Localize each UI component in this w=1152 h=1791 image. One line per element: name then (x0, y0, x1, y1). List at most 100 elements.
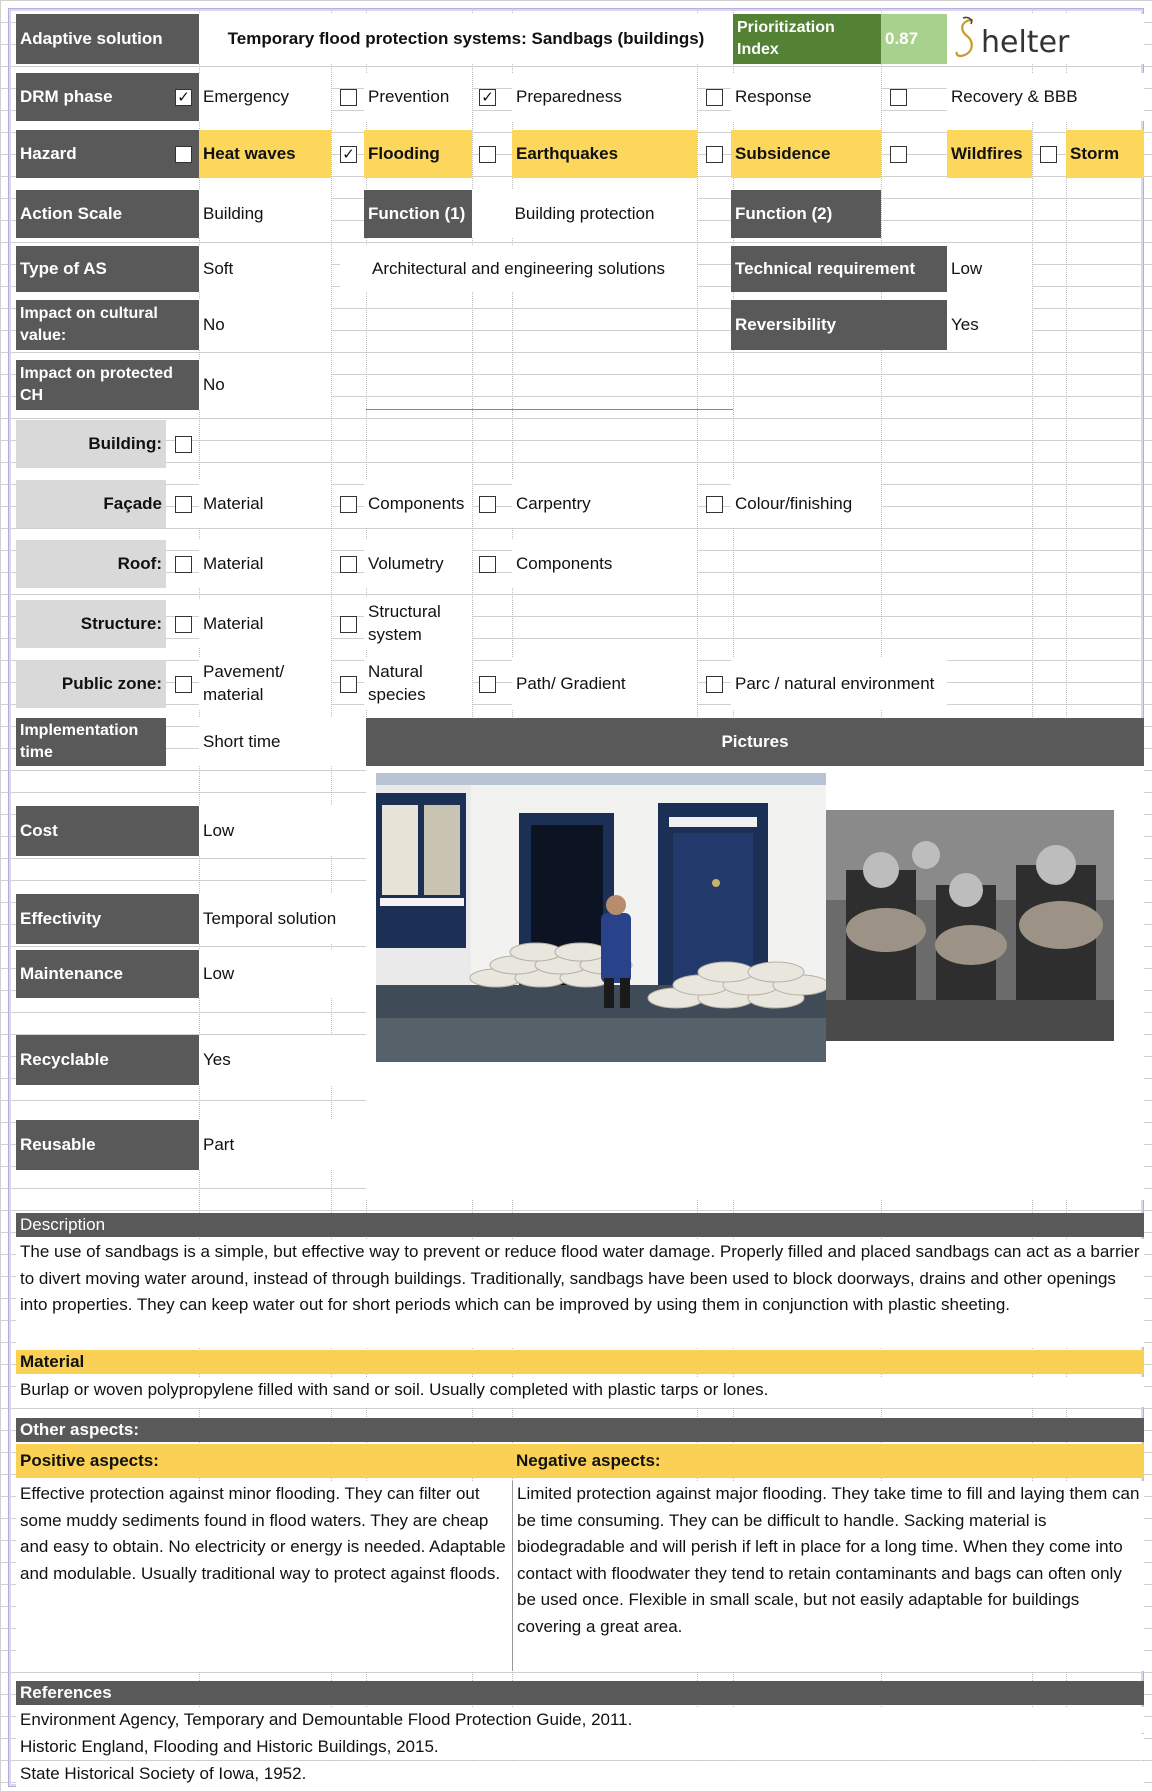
hazard-heatwaves-checkbox[interactable] (175, 146, 192, 163)
roof-material-label: Material (199, 540, 331, 588)
protected-ch-notes (366, 360, 733, 410)
implementation-time-value: Short time (199, 718, 366, 766)
prioritization-label: Prioritization Index (733, 14, 881, 64)
effectivity-value: Temporal solution (199, 894, 366, 944)
action-scale-label: Action Scale (16, 190, 199, 238)
drm-emergency-checkbox[interactable]: ✓ (175, 89, 192, 106)
maintenance-value: Low (199, 950, 366, 998)
historic-sandbag-photo (826, 810, 1114, 1041)
description-header: Description (16, 1213, 1144, 1237)
hazard-subsidence-label: Subsidence (731, 130, 881, 178)
facade-colour-label: Colour/finishing (731, 480, 881, 528)
hazard-earthquakes-label: Earthquakes (512, 130, 697, 178)
description-text: The use of sandbags is a simple, but eff… (16, 1239, 1144, 1347)
shelter-logo-mark: helter (955, 16, 1070, 60)
roof-volumetry-label: Volumetry (364, 540, 472, 588)
hazard-earthquakes-checkbox[interactable] (479, 146, 496, 163)
cost-value: Low (199, 806, 366, 856)
material-text: Burlap or woven polypropylene filled wit… (16, 1377, 1144, 1407)
structure-system-checkbox[interactable] (340, 616, 357, 633)
positive-aspects-text: Effective protection against minor flood… (16, 1481, 512, 1671)
protected-ch-label: Impact on protected CH (16, 360, 199, 410)
roof-components-checkbox[interactable] (479, 556, 496, 573)
adaptive-solution-label: Adaptive solution (16, 14, 199, 64)
drm-recovery-checkbox[interactable] (890, 89, 907, 106)
roof-checkbox[interactable] (175, 556, 192, 573)
facade-carpentry-label: Carpentry (512, 480, 697, 528)
positive-aspects-header: Positive aspects: (16, 1444, 512, 1478)
function1-label: Function (1) (364, 190, 472, 238)
facade-carpentry-checkbox[interactable] (479, 496, 496, 513)
structure-checkbox[interactable] (175, 616, 192, 633)
structure-system-label: Structural system (364, 598, 472, 650)
prioritization-value: 0.87 (881, 14, 947, 64)
facade-material-label: Material (199, 480, 331, 528)
type-of-as-detail: Architectural and engineering solutions (340, 246, 697, 292)
public-species-label: Natural species (364, 658, 472, 710)
svg-text:helter: helter (981, 25, 1070, 60)
maintenance-label: Maintenance (16, 950, 199, 998)
hazard-storm-checkbox[interactable] (1040, 146, 1057, 163)
roof-components-label: Components (512, 540, 697, 588)
hazard-flooding-checkbox[interactable]: ✓ (340, 146, 357, 163)
public-zone-label: Public zone: (16, 660, 166, 708)
drm-emergency-label: Emergency (199, 73, 331, 121)
public-parc-checkbox[interactable] (706, 676, 723, 693)
roof-label: Roof: (16, 540, 166, 588)
sandbag-house-photo (376, 773, 826, 1062)
reference-item: Historic England, Flooding and Historic … (16, 1734, 1144, 1760)
type-of-as-value: Soft (199, 246, 331, 292)
references-header: References (16, 1681, 1144, 1705)
hazard-subsidence-checkbox[interactable] (706, 146, 723, 163)
hazard-wildfires-checkbox[interactable] (890, 146, 907, 163)
cultural-value-label: Impact on cultural value: (16, 300, 199, 350)
function1-value: Building protection (472, 190, 697, 238)
public-species-checkbox[interactable] (340, 676, 357, 693)
protected-ch-value: No (199, 360, 331, 410)
public-path-checkbox[interactable] (479, 676, 496, 693)
type-of-as-label: Type of AS (16, 246, 199, 292)
hazard-storm-label: Storm (1066, 130, 1144, 178)
facade-components-label: Components (364, 480, 472, 528)
building-label: Building: (16, 420, 166, 468)
public-path-label: Path/ Gradient (512, 658, 697, 710)
implementation-time-label: Implementation time (16, 718, 166, 766)
drm-response-checkbox[interactable] (706, 89, 723, 106)
recyclable-label: Recyclable (16, 1035, 199, 1085)
building-checkbox[interactable] (175, 436, 192, 453)
drm-phase-label: DRM phase (16, 73, 199, 121)
function2-label: Function (2) (731, 190, 881, 238)
public-zone-checkbox[interactable] (175, 676, 192, 693)
hazard-flooding-label: Flooding (364, 130, 472, 178)
other-aspects-header: Other aspects: (16, 1418, 1144, 1442)
negative-aspects-text: Limited protection against major floodin… (512, 1481, 1144, 1671)
cultural-value-value: No (199, 300, 331, 350)
reversibility-value: Yes (947, 300, 1032, 350)
facade-components-checkbox[interactable] (340, 496, 357, 513)
reference-item: State Historical Society of Iowa, 1952. (16, 1761, 1144, 1787)
pictures-header: Pictures (366, 718, 1144, 766)
drm-recovery-label: Recovery & BBB (947, 73, 1144, 121)
effectivity-label: Effectivity (16, 894, 199, 944)
public-pavement-label: Pavement/ material (199, 658, 331, 710)
facade-colour-checkbox[interactable] (706, 496, 723, 513)
roof-volumetry-checkbox[interactable] (340, 556, 357, 573)
technical-requirement-value: Low (947, 246, 1032, 292)
reversibility-label: Reversibility (731, 300, 947, 350)
drm-prevention-checkbox[interactable] (340, 89, 357, 106)
structure-material-label: Material (199, 600, 331, 648)
datasheet: Adaptive solution Temporary flood protec… (0, 0, 1152, 1791)
facade-checkbox[interactable] (175, 496, 192, 513)
hazard-heatwaves-label: Heat waves (199, 130, 331, 178)
hazard-label: Hazard (16, 130, 199, 178)
cost-label: Cost (16, 806, 199, 856)
material-header: Material (16, 1350, 1144, 1374)
structure-label: Structure: (16, 600, 166, 648)
drm-preparedness-checkbox[interactable]: ✓ (479, 89, 496, 106)
page-title: Temporary flood protection systems: Sand… (199, 14, 733, 64)
drm-prevention-label: Prevention (364, 73, 472, 121)
technical-requirement-label: Technical requirement (731, 246, 947, 292)
negative-aspects-header: Negative aspects: (512, 1444, 1144, 1478)
facade-label: Façade (16, 480, 166, 528)
shelter-logo: helter (947, 14, 1144, 64)
